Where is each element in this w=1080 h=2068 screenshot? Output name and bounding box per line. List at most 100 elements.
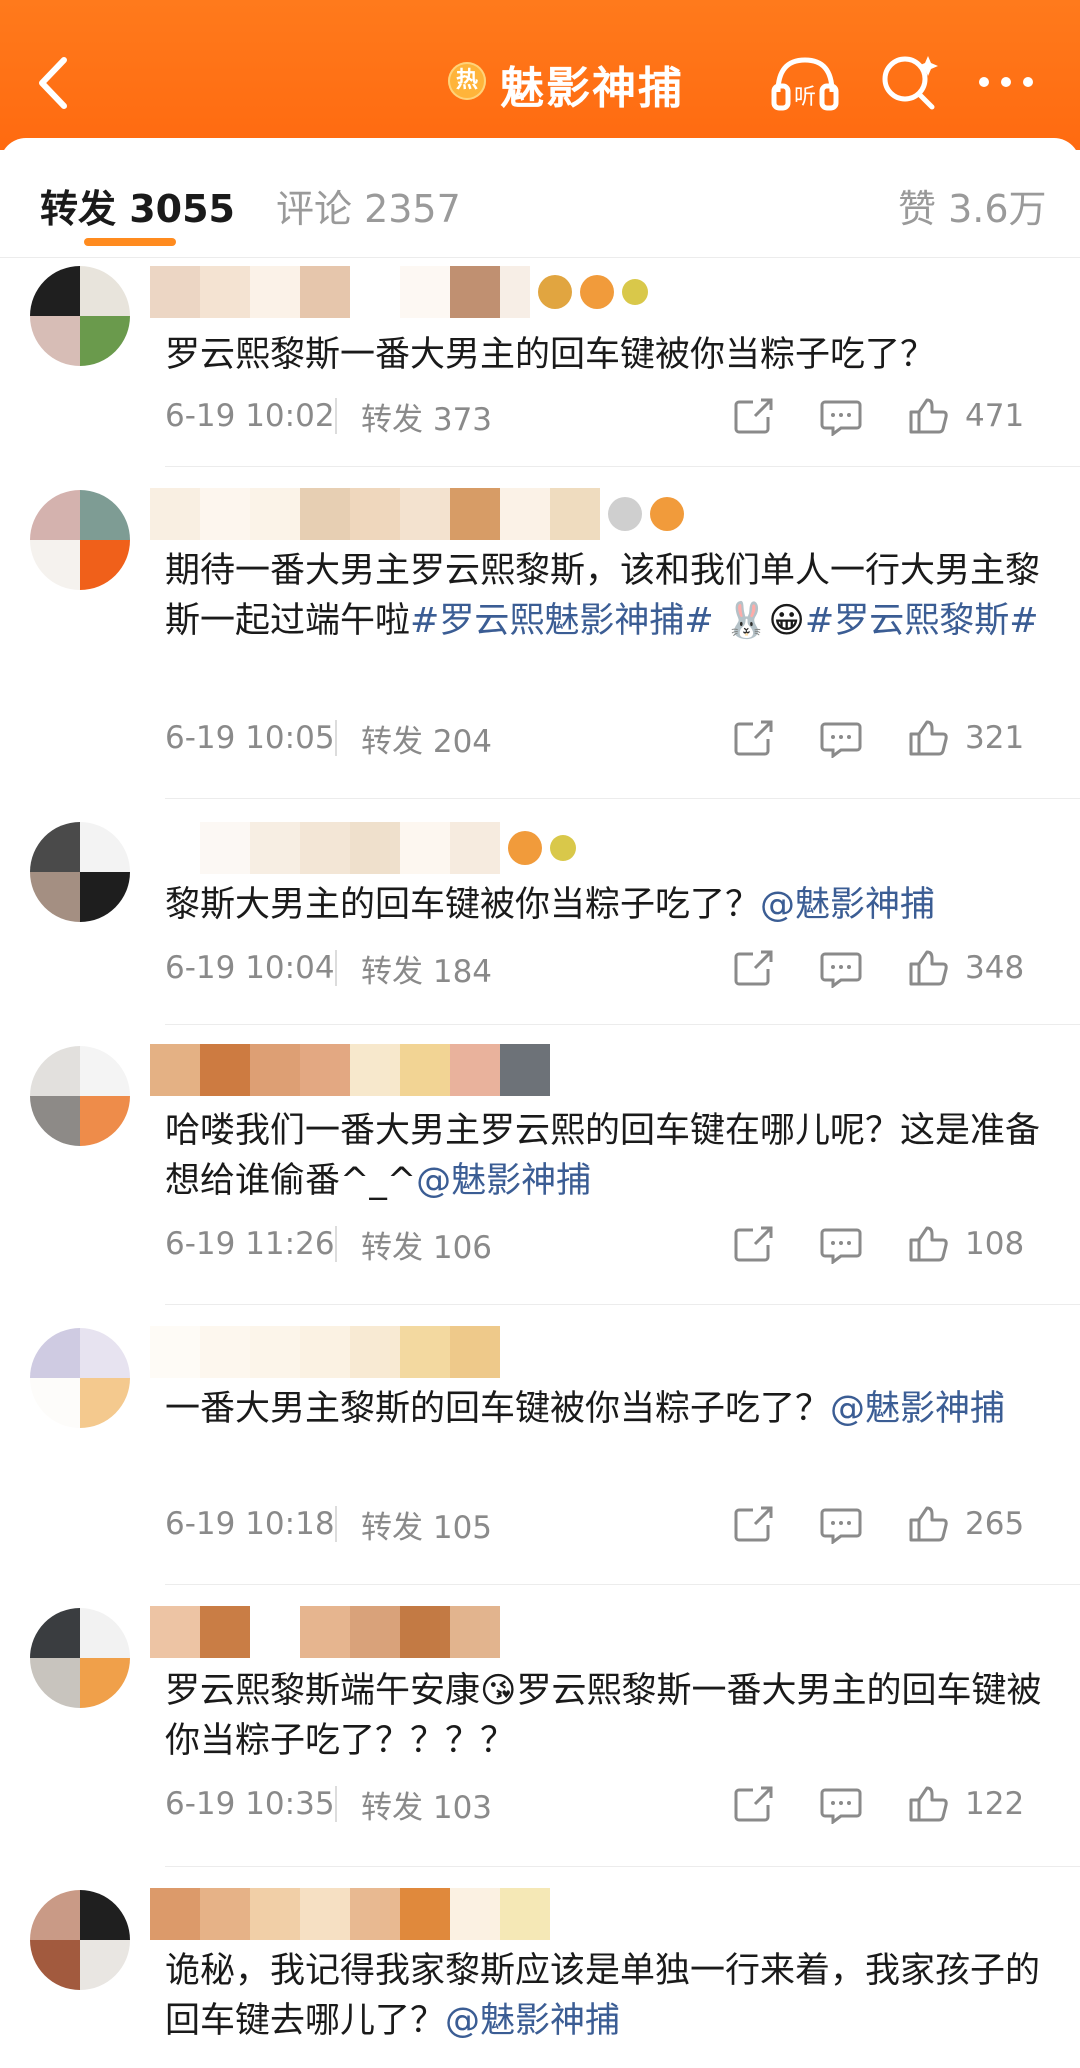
comment-text: 罗云熙黎斯端午安康😘罗云熙黎斯一番大男主的回车键被你当粽子吃了？？？？ — [165, 1671, 1042, 1761]
hashtag-link[interactable]: #罗云熙黎斯# — [805, 601, 1039, 641]
active-tab-indicator — [84, 238, 176, 246]
divider — [165, 1584, 1080, 1585]
listen-label: 听 — [794, 85, 816, 110]
comment-text: 哈喽我们一番大男主罗云熙的回车键在哪儿呢？这是准备想给谁偷番^_^@魅影神捕 — [165, 1106, 1045, 1206]
avatar[interactable] — [30, 1328, 130, 1428]
comment-text: 罗云熙黎斯一番大男主的回车键被你当粽子吃了？ — [165, 335, 936, 375]
divider — [165, 466, 1080, 467]
comment-date: 6-19 11:26 — [165, 1226, 335, 1262]
fish-badge-icon — [580, 275, 614, 309]
comment-meta: 6-19 10:02 转发 373 471 — [165, 394, 1045, 438]
like-count: 321 — [965, 720, 1025, 756]
listen-icon[interactable]: 听 — [770, 52, 840, 112]
list-item: 罗云熙黎斯一番大男主的回车键被你当粽子吃了？ 6-19 10:02 转发 373… — [0, 258, 1080, 468]
repost-count: 转发 103 — [361, 1789, 493, 1826]
crown-badge-icon — [538, 275, 572, 309]
comment-icon[interactable] — [819, 1784, 863, 1824]
username-blurred[interactable] — [150, 1326, 500, 1378]
like-icon[interactable] — [907, 718, 951, 758]
avatar[interactable] — [30, 822, 130, 922]
comment-meta: 6-19 10:35 转发 103 122 — [165, 1782, 1045, 1826]
meta-divider — [335, 950, 337, 986]
tab-comment[interactable]: 评论 2357 — [276, 178, 461, 233]
share-icon[interactable] — [731, 718, 775, 758]
repost-count: 转发 105 — [361, 1509, 493, 1546]
like-count: 348 — [965, 950, 1025, 986]
username-blurred[interactable] — [150, 488, 684, 540]
like-icon[interactable] — [907, 396, 951, 436]
comment-icon[interactable] — [819, 1504, 863, 1544]
divider — [165, 1304, 1080, 1305]
like-count: 265 — [965, 1506, 1025, 1542]
divider — [165, 798, 1080, 799]
divider — [165, 1866, 1080, 1867]
like-icon[interactable] — [907, 1224, 951, 1264]
avatar[interactable] — [30, 1890, 130, 1990]
username-blurred[interactable] — [150, 1606, 500, 1658]
share-icon[interactable] — [731, 1784, 775, 1824]
comment-text-body: 一番大男主黎斯的回车键被你当粽子吃了？ — [165, 1389, 831, 1429]
share-icon[interactable] — [731, 396, 775, 436]
mention-link[interactable]: @魅影神捕 — [760, 885, 935, 925]
comment-date: 6-19 10:05 — [165, 720, 335, 756]
tab-like[interactable]: 赞 3.6万 — [898, 178, 1047, 233]
comment-icon[interactable] — [819, 396, 863, 436]
hot-badge: 热 — [448, 62, 486, 100]
share-icon[interactable] — [731, 948, 775, 988]
comment-text-body: 哈喽我们一番大男主罗云熙的回车键在哪儿呢？这是准备想给谁偷番^_^ — [165, 1111, 1041, 1201]
username-blurred[interactable] — [150, 822, 576, 874]
mention-link[interactable]: @魅影神捕 — [416, 1161, 591, 1201]
mention-link[interactable]: @魅影神捕 — [830, 1389, 1005, 1429]
avatar[interactable] — [30, 1608, 130, 1708]
fish-badge-icon — [650, 497, 684, 531]
top-bar: 热 魅影神捕 听 — [0, 0, 1080, 150]
avatar[interactable] — [30, 266, 130, 366]
tab-repost[interactable]: 转发 3055 — [40, 178, 235, 233]
list-item: 一番大男主黎斯的回车键被你当粽子吃了？@魅影神捕 6-19 10:18 转发 1… — [0, 1306, 1080, 1586]
like-icon[interactable] — [907, 948, 951, 988]
comment-meta: 6-19 10:18 转发 105 265 — [165, 1502, 1045, 1546]
list-item: 诡秘，我记得我家黎斯应该是单独一行来着，我家孩子的回车键去哪儿了？@魅影神捕 — [0, 1868, 1080, 2068]
like-count: 122 — [965, 1786, 1025, 1822]
repost-count: 转发 204 — [361, 723, 493, 760]
repost-count: 转发 184 — [361, 953, 493, 990]
comment-meta: 6-19 10:04 转发 184 348 — [165, 946, 1045, 990]
mention-link[interactable]: @魅影神捕 — [445, 2001, 620, 2041]
username-blurred[interactable] — [150, 266, 648, 318]
sunflower-badge-icon — [622, 279, 648, 305]
comment-meta: 6-19 10:05 转发 204 321 — [165, 716, 1045, 760]
comment-icon[interactable] — [819, 948, 863, 988]
comment-text: 一番大男主黎斯的回车键被你当粽子吃了？@魅影神捕 — [165, 1384, 1045, 1434]
avatar[interactable] — [30, 490, 130, 590]
search-icon[interactable] — [878, 52, 940, 112]
meta-divider — [335, 1226, 337, 1262]
comment-date: 6-19 10:02 — [165, 398, 335, 434]
hashtag-link[interactable]: #罗云熙魅影神捕# — [410, 601, 714, 641]
username-blurred[interactable] — [150, 1888, 550, 1940]
comment-text-body: 黎斯大男主的回车键被你当粽子吃了？ — [165, 885, 761, 925]
emoji: 🐰😀 — [713, 601, 805, 641]
list-item: 期待一番大男主罗云熙黎斯，该和我们单人一行大男主黎斯一起过端午啦#罗云熙魅影神捕… — [0, 468, 1080, 800]
comment-text: 诡秘，我记得我家黎斯应该是单独一行来着，我家孩子的回车键去哪儿了？@魅影神捕 — [165, 1946, 1045, 2046]
share-icon[interactable] — [731, 1224, 775, 1264]
comment-icon[interactable] — [819, 1224, 863, 1264]
like-icon[interactable] — [907, 1784, 951, 1824]
list-item: 黎斯大男主的回车键被你当粽子吃了？@魅影神捕 6-19 10:04 转发 184… — [0, 800, 1080, 1026]
meta-divider — [335, 720, 337, 756]
list-item: 哈喽我们一番大男主罗云熙的回车键在哪儿呢？这是准备想给谁偷番^_^@魅影神捕 6… — [0, 1026, 1080, 1306]
list-item: 罗云熙黎斯端午安康😘罗云熙黎斯一番大男主的回车键被你当粽子吃了？？？？ 6-19… — [0, 1586, 1080, 1868]
comment-icon[interactable] — [819, 718, 863, 758]
like-icon[interactable] — [907, 1504, 951, 1544]
fish-badge-icon — [508, 831, 542, 865]
divider — [165, 1024, 1080, 1025]
avatar[interactable] — [30, 1046, 130, 1146]
like-count: 108 — [965, 1226, 1025, 1262]
comment-date: 6-19 10:04 — [165, 950, 335, 986]
like-count: 471 — [965, 398, 1025, 434]
share-icon[interactable] — [731, 1504, 775, 1544]
comment-date: 6-19 10:18 — [165, 1506, 335, 1542]
back-icon[interactable] — [30, 48, 80, 118]
more-icon[interactable] — [976, 74, 1036, 90]
page-title: 魅影神捕 — [500, 63, 684, 114]
username-blurred[interactable] — [150, 1044, 550, 1096]
